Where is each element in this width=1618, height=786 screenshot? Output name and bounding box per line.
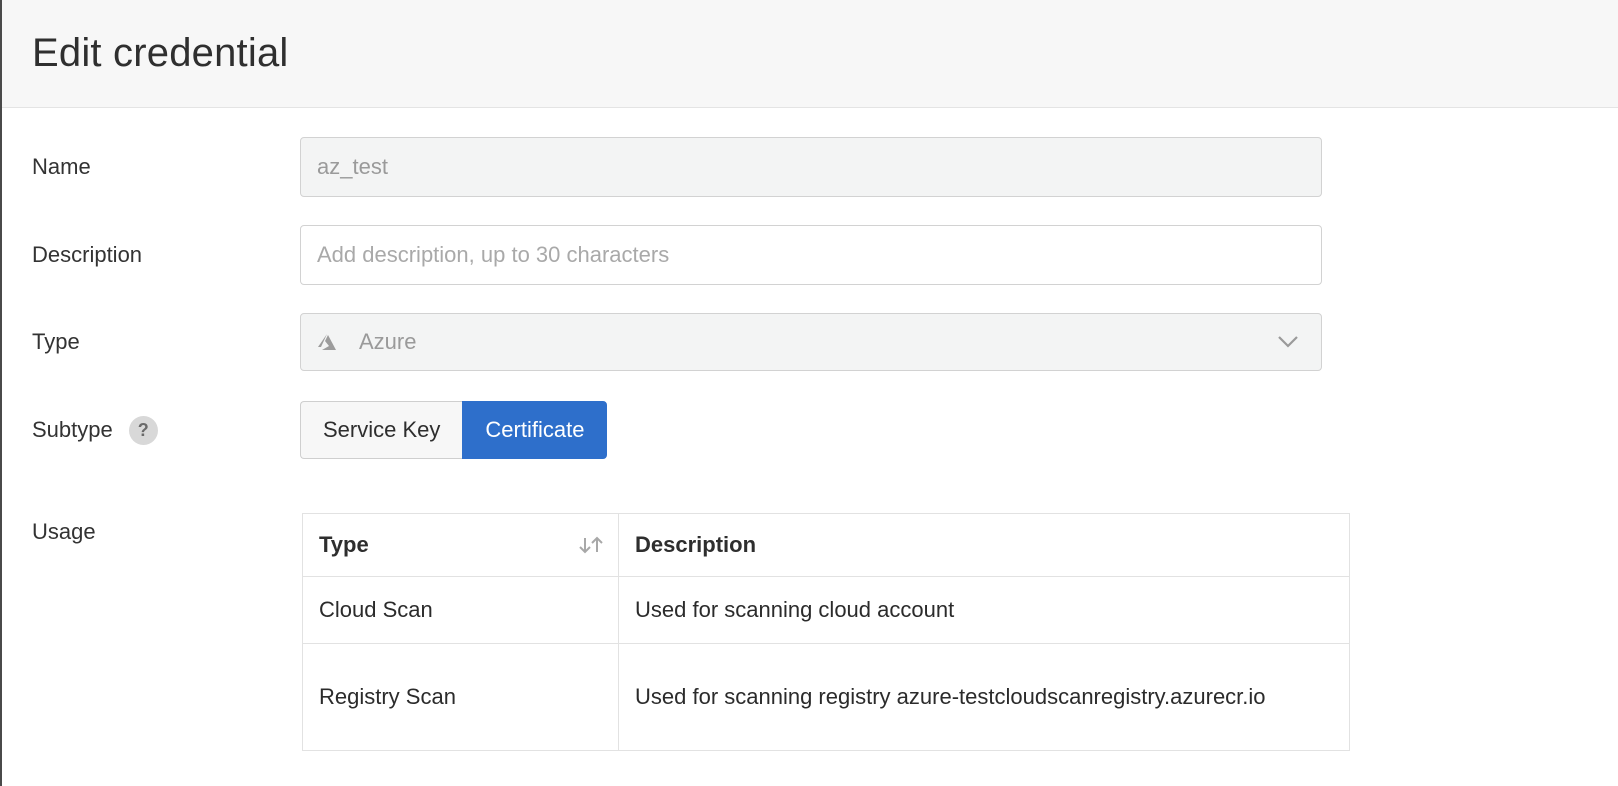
type-select[interactable]: Azure (300, 313, 1322, 371)
table-row: Cloud Scan Used for scanning cloud accou… (303, 577, 1349, 644)
type-row: Type Azure (32, 313, 1618, 371)
name-row: Name az_test (32, 137, 1618, 197)
column-header-description: Description (635, 532, 757, 557)
column-header-type-label: Type (319, 532, 369, 557)
table-row: Registry Scan Used for scanning registry… (303, 644, 1349, 750)
row-description-cell: Used for scanning registry azure-testclo… (635, 684, 1266, 709)
description-row: Description (32, 225, 1618, 285)
name-value: az_test (317, 154, 388, 179)
type-label: Type (32, 329, 80, 354)
type-select-value: Azure (317, 329, 416, 355)
subtype-certificate-button[interactable]: Certificate (462, 401, 608, 459)
subtype-row: Subtype ? Service Key Certificate (32, 401, 1618, 459)
description-label: Description (32, 242, 143, 267)
usage-label: Usage (32, 519, 96, 544)
edit-credential-page: Edit credential Name az_test Description… (0, 0, 1618, 786)
subtype-label: Subtype (32, 417, 113, 442)
usage-table: Type Description Cloud Scan Used for sca… (302, 513, 1350, 751)
subtype-toggle: Service Key Certificate (300, 401, 608, 459)
column-header-type[interactable]: Type (303, 514, 619, 576)
type-value: Azure (359, 329, 417, 354)
page-title: Edit credential (32, 31, 289, 75)
row-type-cell: Registry Scan (303, 644, 619, 750)
subtype-service-key-button[interactable]: Service Key (300, 401, 463, 459)
name-field[interactable]: az_test (300, 137, 1322, 197)
page-header: Edit credential (2, 0, 1618, 108)
subtype-label-group: Subtype ? (32, 415, 300, 445)
table-header-row: Type Description (303, 514, 1349, 577)
row-type-cell: Cloud Scan (303, 577, 619, 643)
azure-icon (318, 334, 336, 350)
help-icon[interactable]: ? (128, 415, 158, 445)
description-input[interactable] (300, 225, 1322, 285)
row-description-cell: Used for scanning cloud account (635, 597, 955, 622)
chevron-down-icon (1278, 336, 1298, 348)
name-label: Name (32, 154, 91, 179)
sort-icon[interactable] (576, 533, 606, 557)
